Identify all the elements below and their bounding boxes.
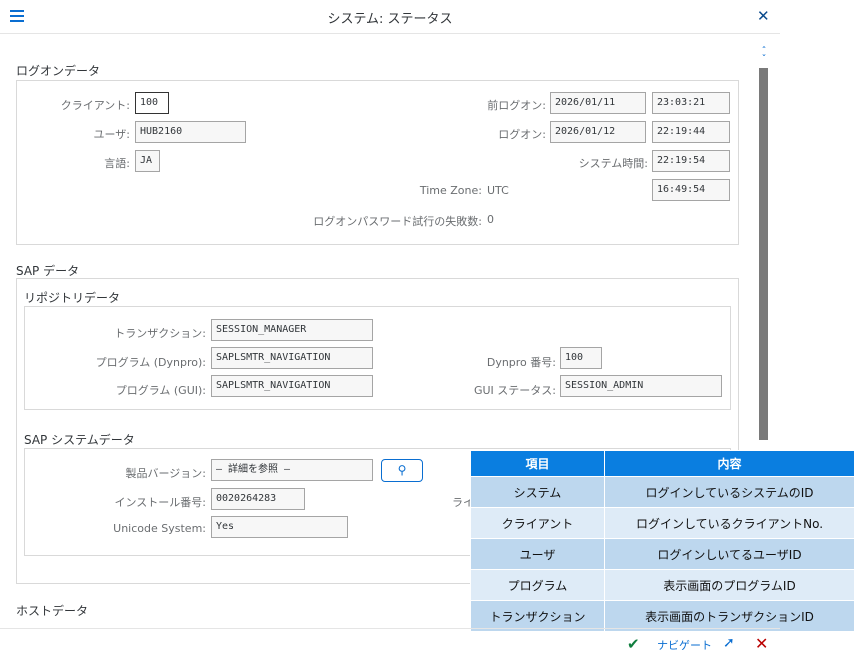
product-version-label: 製品バージョン: (125, 467, 207, 480)
language-field[interactable]: JA (135, 150, 160, 172)
explanation-table: 項目 内容 システム ログインしているシステムのID クライアント ログインして… (470, 450, 855, 632)
row-content: 表示画面のプログラムID (604, 569, 855, 601)
product-version-field[interactable]: – 詳細を参照 – (211, 459, 373, 481)
timezone-time-field[interactable]: 16:49:54 (652, 179, 730, 201)
unicode-label: Unicode System: (113, 522, 206, 535)
logon-date-field[interactable]: 2026/01/12 (550, 121, 646, 143)
table-row: システム ログインしているシステムのID (470, 476, 855, 508)
language-label: 言語: (104, 157, 130, 170)
navigate-button[interactable]: ナビゲート (657, 637, 712, 653)
row-content: 表示画面のトランザクションID (604, 600, 855, 632)
close-icon[interactable]: ✕ (757, 7, 770, 25)
transaction-label: トランザクション: (114, 327, 206, 340)
gui-status-label: GUI ステータス: (473, 384, 556, 397)
program-gui-field[interactable]: SAPLSMTR_NAVIGATION (211, 375, 373, 397)
title-bar: システム: ステータス ✕ (0, 0, 780, 34)
open-window-icon[interactable]: ➚ (723, 635, 735, 651)
unicode-field[interactable]: Yes (211, 516, 348, 538)
dynpro-number-field[interactable]: 100 (560, 347, 602, 369)
program-dynpro-label: プログラム (Dynpro): (95, 356, 206, 369)
row-content: ログインしいてるユーザID (604, 538, 855, 570)
dynpro-number-label: Dynpro 番号: (486, 356, 556, 369)
cancel-icon[interactable]: ✕ (755, 634, 768, 653)
prev-logon-label: 前ログオン: (487, 99, 546, 112)
header-content: 内容 (604, 450, 855, 477)
table-row: プログラム 表示画面のプログラムID (470, 569, 855, 601)
sap-data-section-title: SAP データ (16, 264, 80, 278)
program-gui-label: プログラム (GUI): (115, 384, 206, 397)
footer-toolbar: ✔ ナビゲート ➚ ✕ (0, 628, 780, 659)
repository-section-title: リポジトリデータ (24, 291, 121, 305)
install-number-field[interactable]: 0020264283 (211, 488, 305, 510)
header-item: 項目 (470, 450, 605, 477)
row-item: システム (470, 476, 605, 508)
logon-section-title: ログオンデータ (16, 64, 101, 78)
table-row: クライアント ログインしているクライアントNo. (470, 507, 855, 539)
system-time-label: システム時間: (578, 157, 648, 170)
prev-logon-date-field[interactable]: 2026/01/11 (550, 92, 646, 114)
system-time-field[interactable]: 22:19:54 (652, 150, 730, 172)
row-item: プログラム (470, 569, 605, 601)
client-field[interactable]: 100 (135, 92, 169, 114)
page-title: システム: ステータス (327, 12, 453, 27)
failed-attempts-value: 0 (487, 213, 494, 226)
row-content: ログインしているクライアントNo. (604, 507, 855, 539)
sap-system-section-title: SAP システムデータ (24, 433, 135, 447)
user-field[interactable]: HUB2160 (135, 121, 246, 143)
row-item: クライアント (470, 507, 605, 539)
scrollbar[interactable] (759, 68, 768, 440)
row-item: ユーザ (470, 538, 605, 570)
logon-time-field[interactable]: 22:19:44 (652, 121, 730, 143)
row-content: ログインしているシステムのID (604, 476, 855, 508)
prev-logon-time-field[interactable]: 23:03:21 (652, 92, 730, 114)
gui-status-field[interactable]: SESSION_ADMIN (560, 375, 722, 397)
scroll-up-icon[interactable]: ˆˇ (759, 47, 769, 65)
client-label: クライアント: (60, 99, 130, 112)
value-help-button[interactable]: ⚲ (381, 459, 423, 482)
logon-label: ログオン: (498, 128, 546, 141)
table-row: トランザクション 表示画面のトランザクションID (470, 600, 855, 632)
table-header-row: 項目 内容 (470, 450, 855, 477)
value-help-icon: ⚲ (397, 463, 407, 477)
check-icon[interactable]: ✔ (627, 635, 640, 653)
table-row: ユーザ ログインしいてるユーザID (470, 538, 855, 570)
program-dynpro-field[interactable]: SAPLSMTR_NAVIGATION (211, 347, 373, 369)
timezone-label: Time Zone: (419, 184, 482, 197)
transaction-field[interactable]: SESSION_MANAGER (211, 319, 373, 341)
timezone-value: UTC (487, 184, 509, 197)
install-number-label: インストール番号: (114, 496, 207, 509)
row-item: トランザクション (470, 600, 605, 632)
failed-attempts-label: ログオンパスワード試行の失敗数: (313, 215, 482, 228)
user-label: ユーザ: (93, 128, 131, 141)
host-section-title: ホストデータ (16, 604, 89, 618)
